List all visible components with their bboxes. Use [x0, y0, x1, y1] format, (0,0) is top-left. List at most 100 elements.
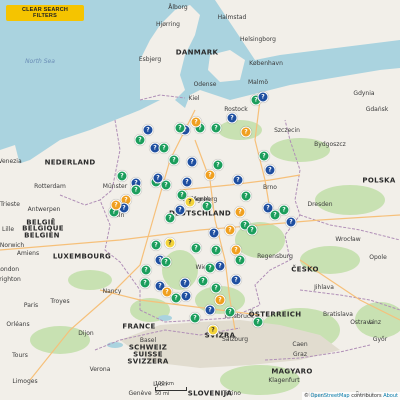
- map-marker-green[interactable]: ?: [140, 264, 152, 276]
- map-marker-orange[interactable]: ?: [110, 199, 122, 211]
- map-marker-green[interactable]: ?: [201, 200, 213, 212]
- map-marker-green[interactable]: ?: [189, 312, 201, 324]
- map-marker-orange[interactable]: ?: [224, 224, 236, 236]
- map-marker-green[interactable]: ?: [134, 134, 146, 146]
- map-marker-green[interactable]: ?: [240, 190, 252, 202]
- map-marker-blue[interactable]: ?: [208, 227, 220, 239]
- map-label-brighton: Brighton: [0, 276, 21, 283]
- map-marker-green[interactable]: ?: [130, 184, 142, 196]
- map-label-caen: Caen: [292, 341, 308, 348]
- map-label-london: London: [0, 266, 19, 273]
- map-label-kiel: Kiel: [188, 95, 200, 102]
- map-marker-blue[interactable]: ?: [179, 277, 191, 289]
- map-label-north-sea: North Sea: [25, 58, 55, 65]
- map-marker-green[interactable]: ?: [210, 282, 222, 294]
- map-label-wroc-aw: Wrocław: [335, 236, 361, 243]
- map-marker-green[interactable]: ?: [164, 212, 176, 224]
- map-label-nancy: Nancy: [102, 288, 122, 295]
- map-marker-green[interactable]: ?: [116, 170, 128, 182]
- attribution-osm-link[interactable]: OpenStreetMap: [311, 393, 350, 399]
- map-marker-green[interactable]: ?: [224, 306, 236, 318]
- map-label-norwich: Norwich: [0, 242, 25, 249]
- map-label-luxembourg: LUXEMBOURG: [52, 252, 112, 261]
- map-marker-blue[interactable]: ?: [214, 260, 226, 272]
- map-label-rotterdam: Rotterdam: [34, 183, 66, 190]
- map-marker-blue[interactable]: ?: [232, 174, 244, 186]
- map-label-limoges: Limoges: [12, 378, 38, 385]
- map-marker-orange[interactable]: ?: [214, 294, 226, 306]
- map-label-opole: Opole: [369, 254, 387, 261]
- map-label-rostock: Rostock: [224, 106, 248, 113]
- map-marker-blue[interactable]: ?: [285, 216, 297, 228]
- map-marker-orange[interactable]: ?: [234, 206, 246, 218]
- map-label-belgien: BELGIEN: [24, 231, 60, 240]
- map-marker-blue[interactable]: ?: [226, 112, 238, 124]
- map-label-klagenfurt: Klagenfurt: [268, 377, 300, 384]
- map-label-danmark: DANMARK: [175, 48, 219, 57]
- map-label-k-benhavn: København: [249, 60, 283, 67]
- map-marker-orange[interactable]: ?: [204, 169, 216, 181]
- map-marker-green[interactable]: ?: [150, 239, 162, 251]
- clear-search-filters-button[interactable]: CLEAR SEARCH FILTERS: [6, 5, 84, 21]
- map-marker-green[interactable]: ?: [278, 204, 290, 216]
- map-marker-yellow[interactable]: ?: [184, 196, 196, 208]
- map-label-magyaro: MAGYARO: [271, 367, 313, 376]
- map-marker-green[interactable]: ?: [258, 150, 270, 162]
- map-marker-yellow[interactable]: ?: [164, 237, 176, 249]
- map-marker-blue[interactable]: ?: [204, 304, 216, 316]
- map-label-verona: Verona: [89, 366, 111, 373]
- map-marker-blue[interactable]: ?: [264, 164, 276, 176]
- map-marker-green[interactable]: ?: [234, 254, 246, 266]
- map-label-szczecin: Szczecin: [274, 127, 300, 134]
- map-marker-green[interactable]: ?: [246, 224, 258, 236]
- map-label--esko: ČESKO: [291, 265, 319, 274]
- map-label-troyes: Troyes: [50, 298, 70, 305]
- map-marker-green[interactable]: ?: [139, 277, 151, 289]
- map-marker-green[interactable]: ?: [190, 242, 202, 254]
- map-marker-green[interactable]: ?: [158, 142, 170, 154]
- map-marker-blue[interactable]: ?: [180, 290, 192, 302]
- map-label-jihlava: Jihlava: [314, 284, 334, 291]
- map-marker-blue[interactable]: ?: [230, 274, 242, 286]
- lake-geneva: [107, 342, 123, 348]
- scale-bar: 100 km 50 mi: [155, 381, 187, 397]
- map-marker-blue[interactable]: ?: [152, 172, 164, 184]
- map-view[interactable]: Ålborg Hjørring Halmstad Helsingborg DANMARK…: [0, 0, 400, 400]
- map-marker-green[interactable]: ?: [160, 256, 172, 268]
- attribution-about-link[interactable]: About: [383, 393, 398, 399]
- map-label-torino: Torino: [223, 390, 241, 397]
- map-marker-green[interactable]: ?: [197, 275, 209, 287]
- map-label-polska: POLSKA: [362, 176, 396, 185]
- map-marker-green[interactable]: ?: [252, 316, 264, 328]
- map-marker-green[interactable]: ?: [210, 122, 222, 134]
- map-marker-green[interactable]: ?: [210, 244, 222, 256]
- map-marker-blue[interactable]: ?: [174, 204, 186, 216]
- map-marker-blue[interactable]: ?: [142, 124, 154, 136]
- map-label-bratislava: Bratislava: [323, 311, 353, 318]
- map-marker-yellow[interactable]: ?: [207, 324, 219, 336]
- map-label-gda-sk: Gdańsk: [365, 106, 389, 113]
- map-label-lille: Lille: [1, 226, 15, 233]
- map-marker-green[interactable]: ?: [168, 154, 180, 166]
- map-label-bydgoszcz: Bydgoszcz: [314, 141, 346, 148]
- map-marker-orange[interactable]: ?: [240, 126, 252, 138]
- map-label-hj-rring: Hjørring: [156, 21, 180, 28]
- map-label-ostrava: Ostrava: [350, 319, 374, 326]
- map-marker-orange[interactable]: ?: [230, 244, 242, 256]
- map-label-dresden: Dresden: [307, 201, 333, 208]
- map-marker-orange[interactable]: ?: [190, 116, 202, 128]
- map-label-malm-: Malmö: [247, 79, 269, 86]
- map-marker-green[interactable]: ?: [212, 159, 224, 171]
- map-label-gy-r: Győr: [372, 336, 388, 343]
- map-label-trieste: Trieste: [0, 201, 20, 208]
- attribution-prefix: ©: [303, 393, 309, 399]
- map-marker-green[interactable]: ?: [174, 122, 186, 134]
- map-marker-blue[interactable]: ?: [257, 91, 269, 103]
- map-attribution: © OpenStreetMap contributors About: [301, 392, 400, 400]
- map-label-venezia: Venezia: [0, 158, 22, 165]
- map-marker-blue[interactable]: ?: [186, 156, 198, 168]
- map-label--lborg: Ålborg: [168, 4, 188, 11]
- map-label-helsingborg: Helsingborg: [240, 36, 276, 43]
- map-marker-blue[interactable]: ?: [181, 176, 193, 188]
- map-label-m-nster: Münster: [102, 183, 128, 190]
